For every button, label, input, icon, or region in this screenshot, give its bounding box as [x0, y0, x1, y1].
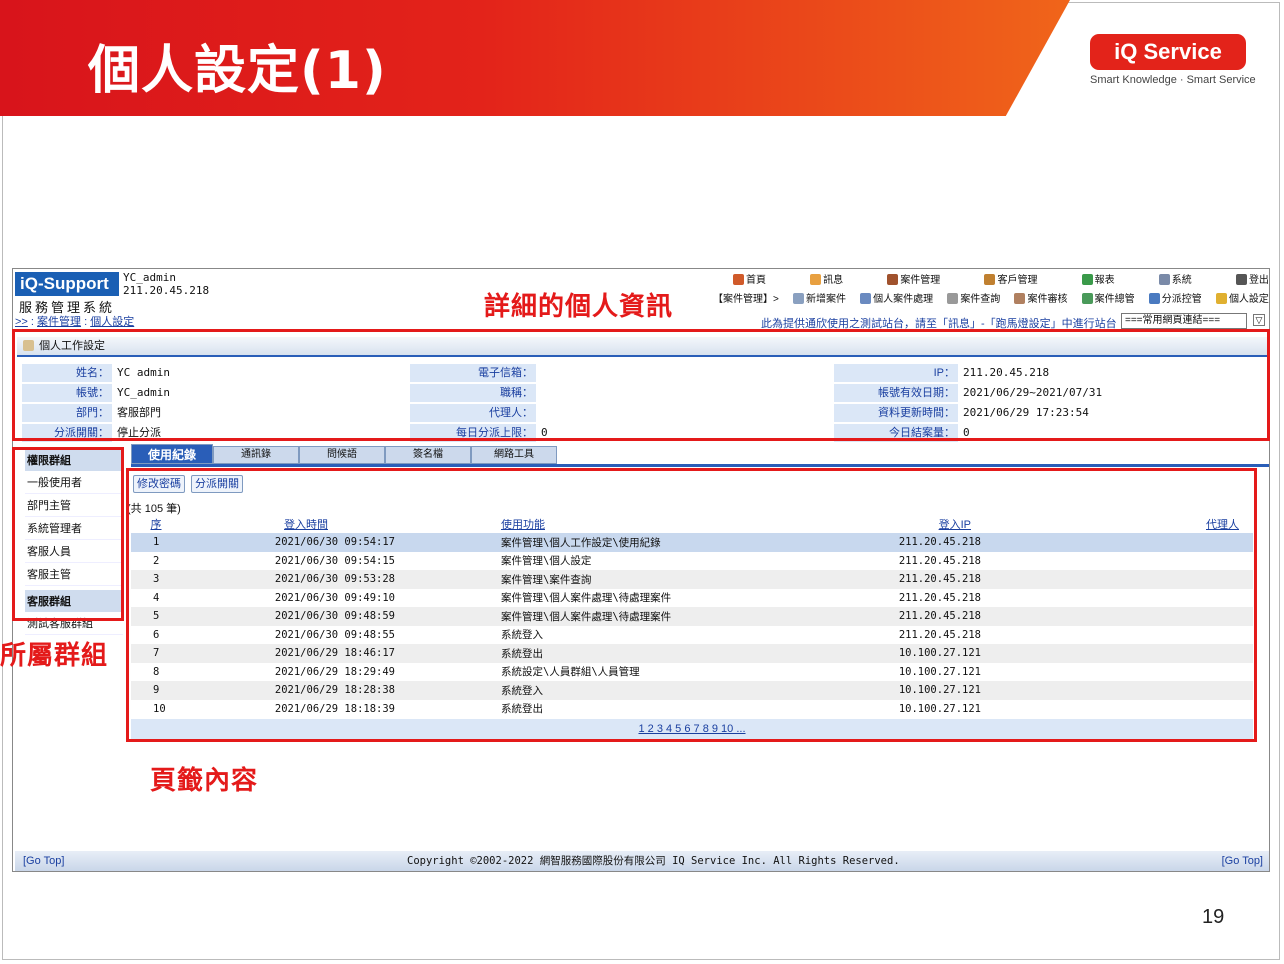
personal-cases-icon	[860, 293, 872, 304]
go-top-right-link[interactable]: [Go Top]	[1222, 851, 1263, 871]
groups-highlight	[12, 447, 124, 621]
user-name: YC_admin	[123, 271, 176, 284]
subnav-new-case[interactable]: 新增案件	[793, 290, 846, 305]
tab-content-highlight	[126, 468, 1257, 742]
tab-signature[interactable]: 簽名檔	[385, 446, 471, 464]
breadcrumb-section[interactable]: 案件管理	[37, 316, 81, 328]
nav-case-management[interactable]: 案件管理	[887, 271, 940, 286]
settings-icon	[1215, 293, 1227, 304]
tab-greetings[interactable]: 問候語	[299, 446, 385, 464]
tab-contacts[interactable]: 通訊錄	[213, 446, 299, 464]
expand-icon[interactable]: ▽	[1253, 314, 1265, 326]
overview-icon	[1081, 293, 1093, 304]
common-links-select[interactable]: ===常用網頁連結===	[1121, 313, 1247, 329]
page-number: 19	[1202, 906, 1225, 928]
breadcrumb-page[interactable]: 個人設定	[90, 316, 134, 328]
detail-info-highlight	[12, 329, 1270, 441]
user-info: YC_admin 211.20.45.218	[123, 271, 209, 297]
logo-tagline: Smart Knowledge · Smart Service	[1090, 74, 1256, 86]
subnav-case-overview[interactable]: 案件總管	[1081, 290, 1135, 305]
dispatch-icon	[1148, 293, 1160, 304]
nav-messages[interactable]: 訊息	[810, 271, 843, 286]
tab-content-annotation: 頁籤內容	[150, 766, 259, 796]
breadcrumb-arrow[interactable]: >>	[15, 316, 28, 328]
subnav-dispatch-control[interactable]: 分派控管	[1148, 290, 1202, 305]
new-case-icon	[793, 293, 804, 304]
subnav-case-review[interactable]: 案件審核	[1014, 290, 1067, 305]
slide-title: 個人設定(1)	[88, 41, 387, 101]
review-icon	[1014, 293, 1026, 304]
go-top-left-link[interactable]: [Go Top]	[23, 851, 64, 871]
copyright: Copyright ©2002-2022 網智服務國際股份有限公司 IQ Ser…	[407, 855, 900, 867]
subnav-personal-cases[interactable]: 個人案件處理	[860, 290, 933, 305]
app-logo[interactable]: iQ-Support	[15, 272, 119, 296]
users-icon	[984, 274, 996, 285]
nav-reports[interactable]: 報表	[1081, 271, 1115, 286]
top-nav: 首頁 訊息 案件管理 客戶管理 報表 系統 登出	[733, 271, 1269, 286]
footer: [Go Top] Copyright ©2002-2022 網智服務國際股份有限…	[15, 851, 1269, 871]
search-icon	[947, 293, 959, 304]
detail-info-annotation: 詳細的個人資訊	[484, 292, 674, 322]
subnav-section-label: 【案件管理】>	[713, 294, 779, 305]
tab-bar: 使用紀錄 通訊錄 問候語 簽名檔 網路工具	[131, 444, 557, 464]
tab-network-tools[interactable]: 網路工具	[471, 446, 557, 464]
nav-home[interactable]: 首頁	[733, 271, 766, 286]
subnav-personal-settings[interactable]: 個人設定	[1215, 290, 1269, 305]
sub-nav: 【案件管理】> 新增案件 個人案件處理 案件查詢 案件審核 案件總管 分派控管 …	[713, 290, 1269, 305]
nav-logout[interactable]: 登出	[1235, 271, 1269, 286]
system-icon	[1158, 274, 1170, 285]
tab-underline	[131, 464, 1269, 467]
subnav-case-query[interactable]: 案件查詢	[947, 290, 1000, 305]
groups-annotation: 所屬群組	[0, 641, 109, 671]
home-icon	[733, 274, 744, 285]
logout-icon	[1235, 274, 1247, 285]
user-ip: 211.20.45.218	[123, 284, 210, 297]
nav-system[interactable]: 系統	[1158, 271, 1192, 286]
tab-usage-log[interactable]: 使用紀錄	[131, 444, 213, 464]
folder-icon	[887, 274, 899, 285]
mail-icon	[810, 274, 822, 285]
breadcrumb: >> : 案件管理 : 個人設定	[15, 316, 135, 328]
iq-service-logo: iQ Service	[1090, 34, 1246, 70]
report-icon	[1081, 274, 1093, 285]
nav-customer-management[interactable]: 客戶管理	[984, 271, 1037, 286]
